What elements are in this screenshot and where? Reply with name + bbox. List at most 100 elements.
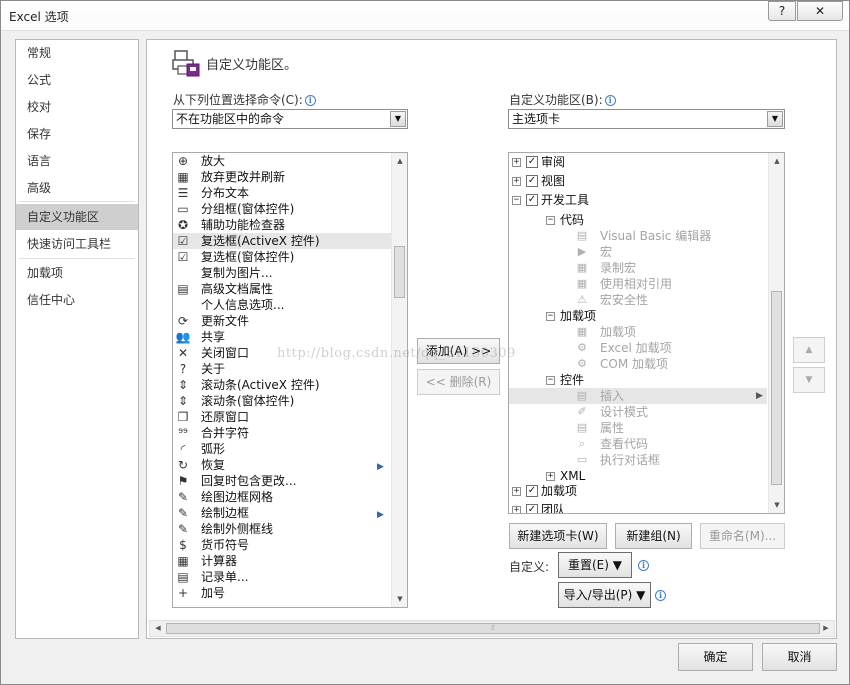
ribbon-tree[interactable]: + ✓ 审阅 + ✓ 视图 − ✓ 开发工具 − 代码 ▤ Visual Basic 编辑器 ▶ 宏 ▦ 录制宏… <box>508 152 785 514</box>
new-tab-button[interactable]: 新建选项卡(W) <box>509 523 607 549</box>
command-item[interactable]: ⟳ 更新文件 <box>173 313 391 329</box>
command-item[interactable]: ✪ 辅助功能检查器 <box>173 217 391 233</box>
collapse-icon[interactable]: − <box>512 196 521 205</box>
expand-icon[interactable]: + <box>512 506 521 513</box>
tab-checkbox[interactable]: ✓ <box>526 194 538 206</box>
ribbon-tree-node[interactable]: − 控件 <box>509 372 767 388</box>
cancel-button[interactable]: 取消 <box>762 643 837 671</box>
command-item[interactable]: ⇕ 滚动条(ActiveX 控件) <box>173 377 391 393</box>
nav-item[interactable]: 自定义功能区 <box>16 204 138 230</box>
command-item[interactable]: $ 货币符号 <box>173 537 391 553</box>
tab-checkbox[interactable]: ✓ <box>526 485 538 497</box>
move-up-button[interactable]: ▲ <box>793 337 825 363</box>
command-item[interactable]: ✕ 关闭窗口 <box>173 345 391 361</box>
ribbon-tree-node[interactable]: ⚙ COM 加载项 <box>509 356 767 372</box>
chevron-down-icon[interactable]: ▼ <box>767 111 783 127</box>
scroll-thumb[interactable] <box>771 291 782 485</box>
customize-ribbon-combo[interactable]: 主选项卡 ▼ <box>508 109 785 129</box>
ribbon-tree-node[interactable]: ⚠ 宏安全性 <box>509 292 767 308</box>
close-button[interactable]: ✕ <box>797 1 843 21</box>
collapse-icon[interactable]: − <box>546 216 555 225</box>
command-item[interactable]: ↻ 恢复 ▶ <box>173 457 391 473</box>
scroll-thumb[interactable] <box>394 246 405 298</box>
ribbon-tree-node[interactable]: + ✓ 审阅 <box>509 154 767 170</box>
ribbon-tree-node[interactable]: ▦ 加载项 <box>509 324 767 340</box>
ribbon-tree-node[interactable]: ⚙ Excel 加载项 <box>509 340 767 356</box>
expand-icon[interactable]: + <box>512 177 521 186</box>
command-item[interactable]: ⁹⁹ 合并字符 <box>173 425 391 441</box>
command-item[interactable]: 个人信息选项... <box>173 297 391 313</box>
reset-button[interactable]: 重置(E) ▼ <box>558 552 632 578</box>
tab-checkbox[interactable]: ✓ <box>526 175 538 187</box>
tree-scrollbar[interactable]: ▲ ▼ <box>768 153 784 513</box>
tab-checkbox[interactable]: ✓ <box>526 156 538 168</box>
ribbon-tree-node[interactable]: ▦ 使用相对引用 <box>509 276 767 292</box>
command-item[interactable]: ✎ 绘制外侧框线 <box>173 521 391 537</box>
tab-checkbox[interactable]: ✓ <box>526 504 538 513</box>
remove-button[interactable]: << 删除(R) <box>417 369 500 395</box>
panel-horizontal-scrollbar[interactable]: ◀ ⦙⦙ ▶ <box>149 620 835 637</box>
ribbon-tree-node[interactable]: + ✓ 团队 <box>509 502 767 513</box>
new-group-button[interactable]: 新建组(N) <box>615 523 692 549</box>
expand-icon[interactable]: + <box>512 158 521 167</box>
import-export-button[interactable]: 导入/导出(P) ▼ <box>558 582 651 608</box>
command-item[interactable]: 👥 共享 <box>173 329 391 345</box>
command-item[interactable]: ⊕ 放大 <box>173 153 391 169</box>
command-item[interactable]: ✎ 绘图边框网格 <box>173 489 391 505</box>
ribbon-tree-node[interactable]: ⌕ 查看代码 <box>509 436 767 452</box>
command-item[interactable]: ✎ 绘制边框 ▶ <box>173 505 391 521</box>
nav-item[interactable]: 校对 <box>16 94 138 120</box>
scroll-thumb[interactable]: ⦙⦙ <box>166 623 820 634</box>
nav-item[interactable]: 语言 <box>16 148 138 174</box>
ribbon-tree-node[interactable]: ▭ 执行对话框 <box>509 452 767 468</box>
command-item[interactable]: ⇕ 滚动条(窗体控件) <box>173 393 391 409</box>
ribbon-tree-node[interactable]: − ✓ 开发工具 <box>509 192 767 208</box>
scroll-up-icon[interactable]: ▲ <box>769 153 784 169</box>
expand-icon[interactable]: + <box>546 472 555 481</box>
move-down-button[interactable]: ▼ <box>793 367 825 393</box>
command-item[interactable]: ☰ 分布文本 <box>173 185 391 201</box>
ribbon-tree-node[interactable]: − 代码 <box>509 212 767 228</box>
nav-item[interactable]: 公式 <box>16 67 138 93</box>
scroll-down-icon[interactable]: ▼ <box>392 591 407 607</box>
scroll-down-icon[interactable]: ▼ <box>769 497 784 513</box>
ribbon-tree-node[interactable]: − 加载项 <box>509 308 767 324</box>
nav-item[interactable]: 信任中心 <box>16 287 138 313</box>
ok-button[interactable]: 确定 <box>678 643 753 671</box>
command-item[interactable]: ⚑ 回复时包含更改... <box>173 473 391 489</box>
ribbon-tree-node[interactable]: ▤ 属性 <box>509 420 767 436</box>
help-button[interactable]: ? <box>768 1 796 21</box>
ribbon-tree-node[interactable]: ▤ 插入 ▶ <box>509 388 767 404</box>
nav-item[interactable]: 快速访问工具栏 <box>16 231 138 257</box>
command-item[interactable]: ▤ 记录单... <box>173 569 391 585</box>
ribbon-tree-node[interactable]: + ✓ 视图 <box>509 173 767 189</box>
scroll-up-icon[interactable]: ▲ <box>392 153 407 169</box>
nav-item[interactable]: 常规 <box>16 40 138 66</box>
command-item[interactable]: ❐ 还原窗口 <box>173 409 391 425</box>
rename-button[interactable]: 重命名(M)... <box>700 523 785 549</box>
collapse-icon[interactable]: − <box>546 376 555 385</box>
ribbon-tree-node[interactable]: + XML <box>509 468 767 484</box>
ribbon-tree-node[interactable]: ▤ Visual Basic 编辑器 <box>509 228 767 244</box>
command-item[interactable]: ☑ 复选框(ActiveX 控件) <box>173 233 391 249</box>
ribbon-tree-node[interactable]: + ✓ 加载项 <box>509 483 767 499</box>
chevron-down-icon[interactable]: ▼ <box>390 111 406 127</box>
command-item[interactable]: ▦ 计算器 <box>173 553 391 569</box>
nav-item[interactable]: 高级 <box>16 175 138 201</box>
command-item[interactable]: 复制为图片... <box>173 265 391 281</box>
scroll-right-icon[interactable]: ▶ <box>818 621 834 636</box>
commands-list[interactable]: ⊕ 放大 ▦ 放弃更改并刷新 ☰ 分布文本 ▭ 分组框(窗体控件) ✪ 辅助功能检查器 ☑ 复选框(A… <box>172 152 408 608</box>
command-item[interactable]: ▤ 高级文档属性 <box>173 281 391 297</box>
command-item[interactable]: ? 关于 <box>173 361 391 377</box>
command-item[interactable]: + 加号 <box>173 585 391 601</box>
add-button[interactable]: 添加(A) >> <box>417 338 500 364</box>
collapse-icon[interactable]: − <box>546 312 555 321</box>
ribbon-tree-node[interactable]: ✐ 设计模式 <box>509 404 767 420</box>
commands-scrollbar[interactable]: ▲ ▼ <box>391 153 407 607</box>
command-item[interactable]: ▦ 放弃更改并刷新 <box>173 169 391 185</box>
ribbon-tree-node[interactable]: ▶ 宏 <box>509 244 767 260</box>
expand-icon[interactable]: + <box>512 487 521 496</box>
command-item[interactable]: ◜ 弧形 <box>173 441 391 457</box>
choose-commands-combo[interactable]: 不在功能区中的命令 ▼ <box>172 109 408 129</box>
ribbon-tree-node[interactable]: ▦ 录制宏 <box>509 260 767 276</box>
